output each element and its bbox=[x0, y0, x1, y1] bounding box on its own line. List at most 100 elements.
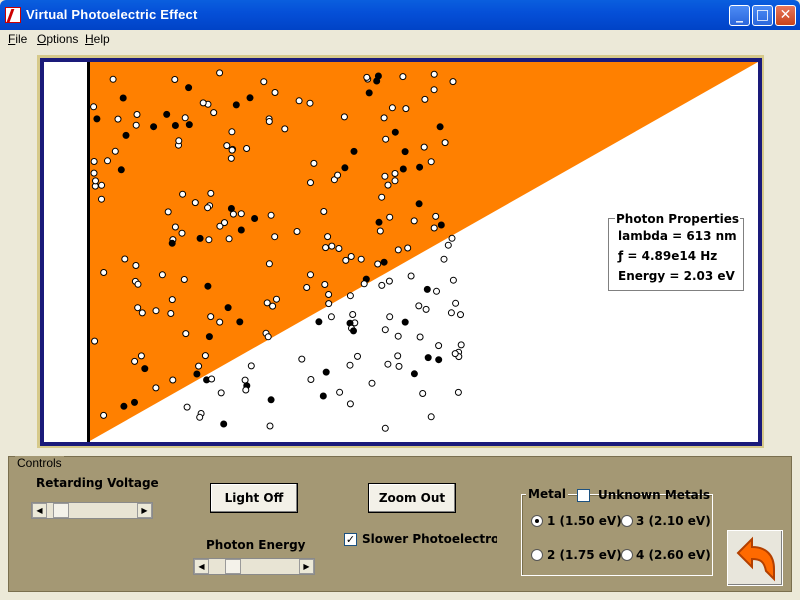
metal-3-radio[interactable] bbox=[621, 515, 633, 527]
electron-dot bbox=[435, 356, 443, 364]
electron-dot bbox=[395, 362, 403, 370]
minimize-button[interactable]: _ bbox=[729, 5, 750, 26]
electron-dot bbox=[381, 172, 389, 180]
electron-dot bbox=[232, 101, 240, 109]
electron-dot bbox=[260, 78, 268, 86]
electron-dot bbox=[98, 195, 105, 203]
electron-dot bbox=[346, 361, 354, 369]
metal-legend: Metal bbox=[526, 487, 569, 501]
electron-dot bbox=[169, 376, 177, 384]
electron-dot bbox=[133, 111, 141, 118]
menu-help[interactable]: Help bbox=[85, 32, 110, 46]
electron-dot bbox=[457, 311, 464, 319]
electron-dot bbox=[346, 292, 354, 300]
unknown-metals-checkbox[interactable] bbox=[577, 489, 590, 502]
slower-photoelectrons-checkbox[interactable]: ✓ bbox=[344, 533, 357, 546]
scroll-right-icon[interactable]: ▶ bbox=[299, 559, 314, 574]
photon-energy-label: Photon Energy bbox=[206, 538, 306, 552]
electron-dot bbox=[382, 135, 390, 143]
photon-energy-slider[interactable]: ◀ ▶ bbox=[193, 558, 315, 575]
electron-dot bbox=[410, 370, 418, 378]
unknown-metals-label[interactable]: Unknown Metals bbox=[598, 488, 710, 502]
app-icon[interactable] bbox=[5, 7, 21, 23]
photon-properties-panel: Photon Properties lambda = 613 nm ƒ = 4.… bbox=[608, 212, 744, 291]
photon-properties-legend: Photon Properties bbox=[615, 212, 741, 226]
electron-dot bbox=[350, 327, 357, 335]
electron-dot bbox=[321, 281, 329, 288]
metal-4-radio[interactable] bbox=[621, 549, 633, 561]
scroll-left-icon[interactable]: ◀ bbox=[194, 559, 209, 574]
electron-dot bbox=[416, 163, 424, 171]
close-button[interactable]: ✕ bbox=[775, 5, 796, 26]
electron-dot bbox=[267, 211, 275, 219]
menu-file[interactable]: File bbox=[8, 32, 27, 46]
electron-dot bbox=[122, 131, 130, 139]
electron-dot bbox=[322, 244, 330, 252]
metal-2-radio[interactable] bbox=[531, 549, 543, 561]
electron-dot bbox=[378, 193, 386, 201]
electron-dot bbox=[451, 350, 459, 358]
electron-dot bbox=[265, 118, 273, 125]
electron-dot bbox=[363, 73, 371, 81]
electron-dot bbox=[93, 115, 101, 123]
electron-dot bbox=[427, 158, 435, 166]
back-button[interactable] bbox=[727, 530, 783, 586]
electron-dot bbox=[394, 352, 402, 360]
electron-dot bbox=[342, 256, 350, 264]
metal-1-radio[interactable] bbox=[531, 515, 543, 527]
slower-photoelectrons-label[interactable]: Slower Photoelectrons bbox=[362, 532, 497, 546]
electron-dot bbox=[171, 122, 179, 129]
electron-dot bbox=[401, 318, 409, 326]
slider-thumb[interactable] bbox=[53, 503, 69, 518]
scroll-left-icon[interactable]: ◀ bbox=[32, 503, 47, 518]
electron-dot bbox=[454, 388, 462, 396]
electron-dot bbox=[374, 260, 382, 268]
electron-dot bbox=[195, 362, 203, 370]
metal-1-label[interactable]: 1 (1.50 eV) bbox=[547, 514, 622, 528]
electron-dot bbox=[207, 313, 215, 321]
electron-dot bbox=[225, 235, 233, 243]
electron-dot bbox=[385, 277, 393, 285]
electron-dot bbox=[350, 147, 358, 155]
retarding-voltage-slider[interactable]: ◀ ▶ bbox=[31, 502, 153, 519]
electron-dot bbox=[168, 239, 176, 247]
electron-dot bbox=[419, 390, 427, 397]
electron-dot bbox=[410, 217, 418, 225]
electron-dot bbox=[229, 210, 237, 218]
electron-dot bbox=[307, 376, 315, 383]
slider-thumb[interactable] bbox=[225, 559, 241, 574]
electron-dot bbox=[132, 121, 140, 129]
metal-2-label[interactable]: 2 (1.75 eV) bbox=[547, 548, 622, 562]
electron-dot bbox=[328, 242, 336, 250]
electron-dot bbox=[104, 157, 111, 165]
electron-dot bbox=[402, 105, 410, 113]
electron-dot bbox=[394, 246, 402, 254]
electron-dot bbox=[264, 333, 272, 341]
metal-3-label[interactable]: 3 (2.10 eV) bbox=[636, 514, 711, 528]
electron-dot bbox=[354, 352, 361, 360]
light-off-button[interactable]: Light Off bbox=[210, 483, 298, 513]
maximize-button[interactable]: □ bbox=[752, 5, 773, 26]
electron-dot bbox=[386, 313, 394, 321]
electron-dot bbox=[399, 73, 407, 81]
metal-4-label[interactable]: 4 (2.60 eV) bbox=[636, 548, 711, 562]
electron-dot bbox=[422, 305, 430, 313]
electron-dot bbox=[386, 213, 394, 221]
electron-dot bbox=[201, 352, 209, 360]
electron-dot bbox=[171, 223, 179, 231]
electron-dot bbox=[374, 72, 382, 80]
scroll-right-icon[interactable]: ▶ bbox=[137, 503, 152, 518]
metal-group bbox=[521, 494, 713, 576]
zoom-out-button[interactable]: Zoom Out bbox=[368, 483, 456, 513]
electron-dot bbox=[416, 333, 424, 341]
electron-dot bbox=[447, 309, 455, 317]
electron-dot bbox=[347, 253, 355, 260]
electron-dot bbox=[441, 139, 449, 147]
electron-dot bbox=[196, 234, 204, 242]
menu-options[interactable]: Options bbox=[37, 32, 78, 46]
electron-dot bbox=[399, 165, 407, 173]
electron-dot bbox=[407, 272, 415, 280]
electron-dot bbox=[191, 199, 199, 207]
electron-dot bbox=[263, 299, 271, 307]
metal-plate bbox=[87, 62, 90, 442]
